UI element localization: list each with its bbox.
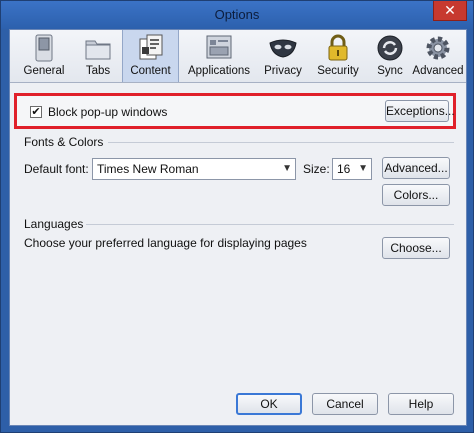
sync-icon [377,35,403,61]
popup-blocking-row: ✔ Block pop-up windows Exceptions... [14,93,456,129]
chevron-down-icon: ▼ [358,163,368,174]
close-button[interactable]: ✕ [433,1,467,21]
help-button[interactable]: Help [388,393,454,415]
languages-heading: Languages [24,217,84,231]
toolbar-item-applications[interactable]: Applications [180,30,258,82]
gear-icon [426,36,450,60]
checkmark-icon: ✔ [31,106,41,118]
chevron-down-icon: ▼ [282,163,292,174]
toolbar-item-label: Applications [187,65,250,77]
toolbar-item-label: Privacy [264,65,302,77]
default-font-value: Times New Roman [97,162,199,176]
block-popups-label[interactable]: Block pop-up windows [48,105,167,119]
document-icon [139,34,162,60]
folder-tabs-icon [85,40,111,60]
fonts-group-divider [108,142,454,143]
switch-icon [35,34,53,62]
fonts-colors-heading: Fonts & Colors [24,135,104,149]
toolbar-item-content[interactable]: Content [122,30,179,82]
toolbar-item-general[interactable]: General [14,30,74,82]
pane-toolbar: General Tabs Content Applications Privac… [10,30,466,83]
exceptions-button[interactable]: Exceptions... [385,100,455,122]
toolbar-item-advanced[interactable]: Advanced [412,30,464,82]
languages-group-divider [86,224,454,225]
toolbar-item-sync[interactable]: Sync [368,30,412,82]
colors-button[interactable]: Colors... [382,184,450,206]
toolbar-item-label: Tabs [85,65,111,77]
cancel-button[interactable]: Cancel [312,393,378,415]
advanced-fonts-button[interactable]: Advanced... [382,157,450,179]
block-popups-checkbox[interactable]: ✔ [30,106,42,118]
dialog-button-bar: OK Cancel Help [10,385,466,425]
ok-button[interactable]: OK [236,393,302,415]
toolbar-item-privacy[interactable]: Privacy [258,30,308,82]
options-client-area: General Tabs Content Applications Privac… [9,29,467,426]
choose-language-button[interactable]: Choose... [382,237,450,259]
title-bar[interactable]: Options ✕ [1,1,473,29]
toolbar-item-security[interactable]: Security [308,30,368,82]
font-size-value: 16 [337,162,351,176]
default-font-label: Default font: [24,162,89,176]
toolbar-item-tabs[interactable]: Tabs [74,30,122,82]
mask-icon [269,39,297,58]
toolbar-item-label: Content [130,65,171,77]
close-icon: ✕ [444,2,456,18]
language-description: Choose your preferred language for displ… [24,236,307,250]
applications-icon [206,35,232,59]
lock-icon [328,34,348,61]
toolbar-item-label: Sync [377,65,403,77]
content-pane: ✔ Block pop-up windows Exceptions... Fon… [10,83,466,425]
options-window: Options ✕ General Tabs Content Applicati… [0,0,474,433]
toolbar-item-label: Advanced [412,65,464,77]
window-title: Options [214,7,260,22]
size-label: Size: [303,162,330,176]
font-size-select[interactable]: 16 ▼ [332,158,372,180]
toolbar-item-label: General [23,65,65,77]
toolbar-item-label: Security [317,65,359,77]
default-font-select[interactable]: Times New Roman ▼ [92,158,296,180]
